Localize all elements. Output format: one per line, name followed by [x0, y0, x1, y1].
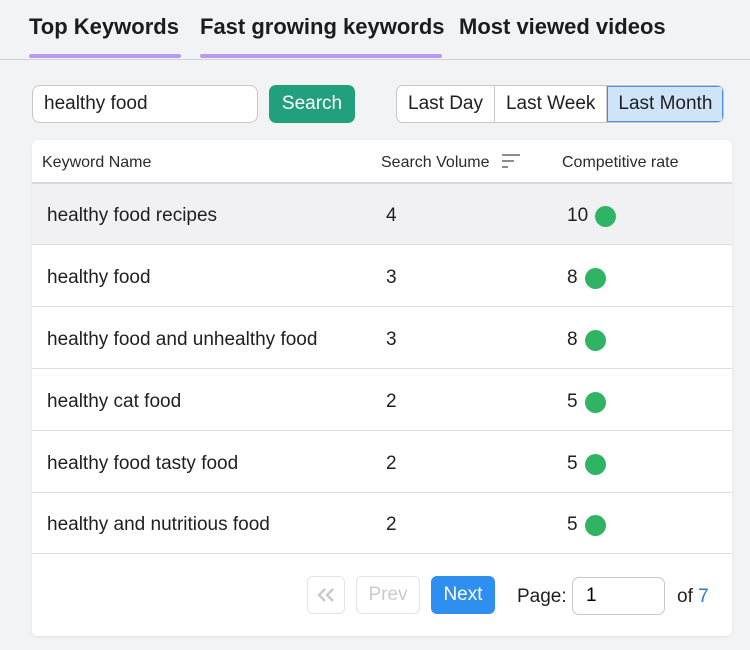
- of-label: of: [677, 586, 693, 607]
- volume-cell: 4: [386, 205, 397, 226]
- table-header: Keyword Name Search Volume Competitive r…: [32, 140, 732, 184]
- table-row[interactable]: healthy food and unhealthy food 3 8: [32, 308, 732, 369]
- status-dot-icon: [584, 267, 606, 289]
- table-row[interactable]: healthy cat food 2 5: [32, 370, 732, 431]
- table-row[interactable]: healthy food recipes 4 10: [32, 184, 732, 245]
- tab-most-viewed-videos[interactable]: Most viewed videos: [459, 14, 669, 58]
- status-dot-icon: [595, 205, 617, 227]
- range-last-week[interactable]: Last Week: [494, 86, 608, 122]
- rate-cell: 8: [567, 267, 606, 289]
- tab-label: Most viewed videos: [459, 14, 666, 39]
- total-pages-link[interactable]: 7: [698, 586, 709, 607]
- tab-label: Top Keywords: [29, 14, 179, 39]
- rate-value: 10: [567, 205, 589, 226]
- volume-cell: 2: [386, 391, 397, 412]
- status-dot-icon: [584, 329, 606, 351]
- status-dot-icon: [584, 514, 606, 536]
- prev-page-button[interactable]: Prev: [356, 576, 420, 614]
- tab-bar: Top Keywords Fast growing keywords Most …: [0, 0, 750, 60]
- table-row[interactable]: healthy food tasty food 2 5: [32, 432, 732, 493]
- tab-underline: [200, 54, 442, 58]
- column-header-search-volume[interactable]: Search Volume: [381, 154, 490, 172]
- rate-value: 5: [567, 514, 578, 535]
- tab-label: Fast growing keywords: [200, 14, 445, 39]
- volume-cell: 2: [386, 514, 397, 535]
- rate-cell: 5: [567, 514, 606, 536]
- keyword-cell: healthy food and unhealthy food: [47, 329, 318, 350]
- range-last-day[interactable]: Last Day: [397, 86, 495, 122]
- tab-top-keywords[interactable]: Top Keywords: [29, 14, 181, 58]
- page-total: of 7: [677, 586, 709, 608]
- volume-cell: 3: [386, 267, 397, 288]
- rate-value: 8: [567, 267, 578, 288]
- keywords-table-card: Keyword Name Search Volume Competitive r…: [32, 140, 732, 636]
- double-chevron-left-icon: [317, 588, 334, 602]
- time-range-selector: Last Day Last Week Last Month: [396, 85, 725, 123]
- range-last-month[interactable]: Last Month: [607, 86, 724, 122]
- next-page-button[interactable]: Next: [431, 576, 495, 614]
- keyword-cell: healthy cat food: [47, 391, 182, 412]
- rate-value: 8: [567, 329, 578, 350]
- rate-cell: 10: [567, 205, 617, 227]
- keyword-cell: healthy food: [47, 267, 151, 288]
- page-label: Page:: [517, 586, 567, 607]
- volume-cell: 3: [386, 329, 397, 350]
- column-header-keyword-name: Keyword Name: [42, 154, 152, 171]
- rate-cell: 8: [567, 329, 606, 351]
- status-dot-icon: [584, 391, 606, 413]
- table-row[interactable]: healthy and nutritious food 2 5: [32, 493, 732, 554]
- search-button[interactable]: Search: [269, 85, 355, 123]
- volume-cell: 2: [386, 453, 397, 474]
- keyword-cell: healthy food tasty food: [47, 453, 239, 474]
- rate-value: 5: [567, 453, 578, 474]
- keyword-cell: healthy food recipes: [47, 205, 218, 226]
- status-dot-icon: [584, 453, 606, 475]
- search-input[interactable]: [32, 85, 258, 123]
- first-page-button[interactable]: [307, 576, 345, 614]
- rate-cell: 5: [567, 391, 606, 413]
- keyword-cell: healthy and nutritious food: [47, 514, 270, 535]
- tab-fast-growing-keywords[interactable]: Fast growing keywords: [200, 14, 445, 58]
- rate-value: 5: [567, 391, 578, 412]
- page-number-input[interactable]: [572, 577, 665, 615]
- rate-cell: 5: [567, 453, 606, 475]
- sort-lines-icon[interactable]: [502, 153, 520, 169]
- pagination: Prev Next Page: of 7: [32, 554, 732, 636]
- tab-underline: [29, 54, 181, 58]
- column-header-competitive-rate: Competitive rate: [562, 154, 679, 171]
- table-row[interactable]: healthy food 3 8: [32, 246, 732, 307]
